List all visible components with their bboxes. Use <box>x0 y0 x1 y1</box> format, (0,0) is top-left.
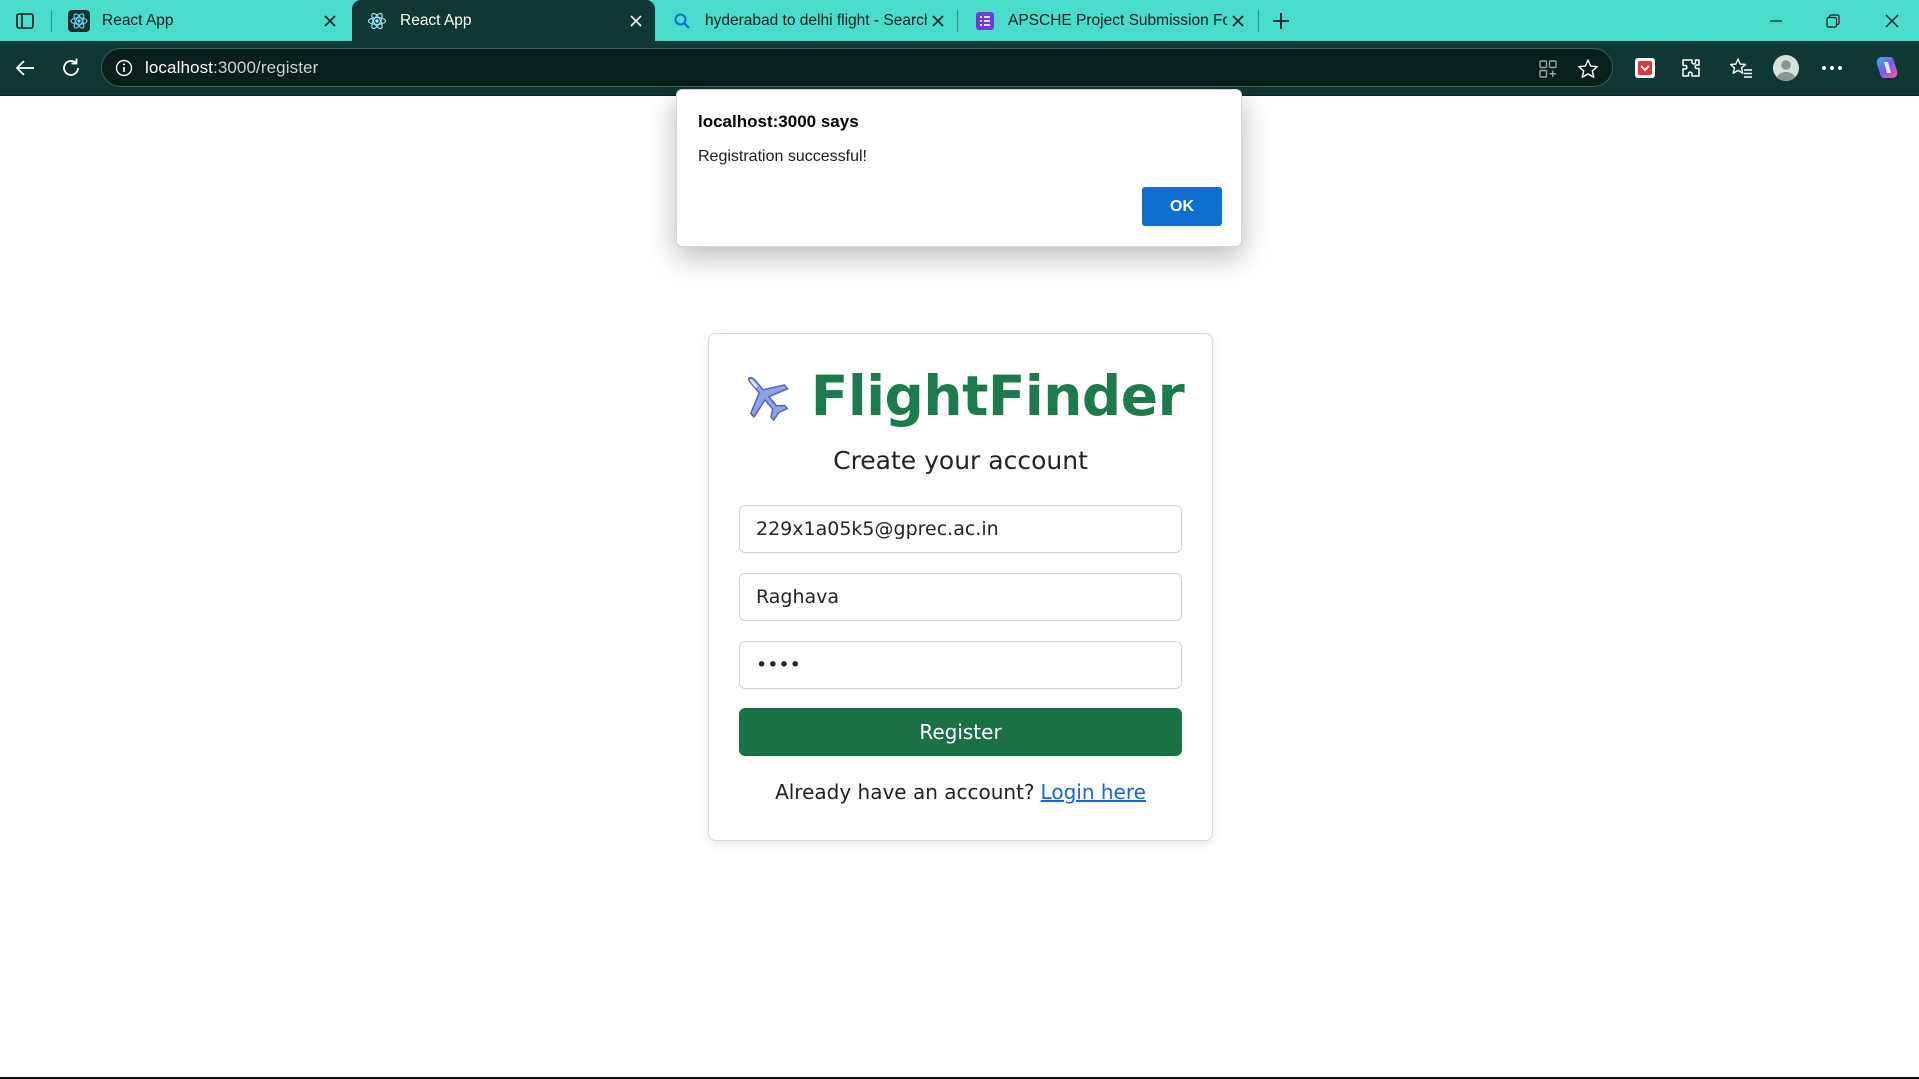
favorite-star-icon[interactable] <box>1576 57 1600 81</box>
register-card: FlightFinder Create your account Registe… <box>708 333 1213 841</box>
login-prompt: Already have an account? Login here <box>709 780 1212 804</box>
close-icon[interactable] <box>1227 10 1249 32</box>
form-subtitle: Create your account <box>833 446 1088 475</box>
tab-title: APSCHE Project Submission Form <box>1008 11 1227 29</box>
new-tab-plus-icon[interactable] <box>1266 6 1296 36</box>
url-text[interactable]: localhost:3000/register <box>145 58 318 78</box>
airplane-icon <box>747 376 789 421</box>
refresh-icon[interactable] <box>56 53 86 83</box>
alert-title: localhost:3000 says <box>698 112 859 131</box>
favorites-icon[interactable] <box>1726 53 1756 83</box>
alert-message: Registration successful! <box>698 148 867 165</box>
tab-title: React App <box>102 11 174 29</box>
brand-header: FlightFinder <box>709 364 1212 428</box>
tab-strip: React App React App hyderabad to delhi f… <box>0 0 1919 41</box>
copilot-icon[interactable] <box>1872 53 1902 83</box>
close-icon[interactable] <box>927 10 949 32</box>
url-path: :3000/register <box>213 58 319 77</box>
react-icon <box>366 10 388 32</box>
extensions-puzzle-icon[interactable] <box>1676 53 1706 83</box>
profile-avatar-icon[interactable] <box>1771 53 1801 83</box>
window-close-icon[interactable] <box>1870 6 1914 36</box>
login-link[interactable]: Login here <box>1041 780 1146 804</box>
tab-separator <box>957 10 958 32</box>
more-options-icon[interactable] <box>1817 53 1847 83</box>
brand-name: FlightFinder <box>810 364 1185 428</box>
login-prompt-text: Already have an account? <box>775 780 1035 804</box>
pocket-extension-icon[interactable] <box>1630 53 1660 83</box>
tab-title: hyderabad to delhi flight - Search <box>705 11 927 29</box>
ok-button[interactable]: OK <box>1142 187 1222 226</box>
react-icon <box>68 9 90 32</box>
search-icon <box>671 10 693 32</box>
address-bar[interactable]: localhost:3000/register <box>101 48 1613 87</box>
site-info-icon[interactable] <box>113 57 135 79</box>
tab-react-app-1[interactable]: React App <box>54 0 349 41</box>
browser-toolbar: localhost:3000/register <box>0 41 1919 96</box>
back-arrow-icon[interactable] <box>10 53 40 83</box>
tab-apsche-form[interactable]: APSCHE Project Submission Form <box>960 0 1257 41</box>
app-grid-icon[interactable] <box>1536 57 1560 81</box>
tab-separator <box>51 10 52 32</box>
username-field[interactable] <box>739 573 1182 621</box>
register-button[interactable]: Register <box>739 708 1182 756</box>
tab-title: React App <box>400 11 472 29</box>
sidebar-toggle-icon[interactable] <box>10 7 40 35</box>
password-field[interactable] <box>739 641 1182 689</box>
tab-react-app-2[interactable]: React App <box>352 0 655 41</box>
close-icon[interactable] <box>625 10 647 32</box>
restore-icon[interactable] <box>1811 6 1855 36</box>
minimize-icon[interactable] <box>1754 6 1798 36</box>
url-host: localhost <box>145 58 213 77</box>
tab-flight-search[interactable]: hyderabad to delhi flight - Search <box>657 0 957 41</box>
email-field[interactable] <box>739 505 1182 553</box>
tab-separator <box>1258 10 1259 32</box>
form-icon <box>974 10 996 32</box>
alert-dialog: localhost:3000 says Registration success… <box>676 89 1242 247</box>
close-icon[interactable] <box>319 10 341 32</box>
